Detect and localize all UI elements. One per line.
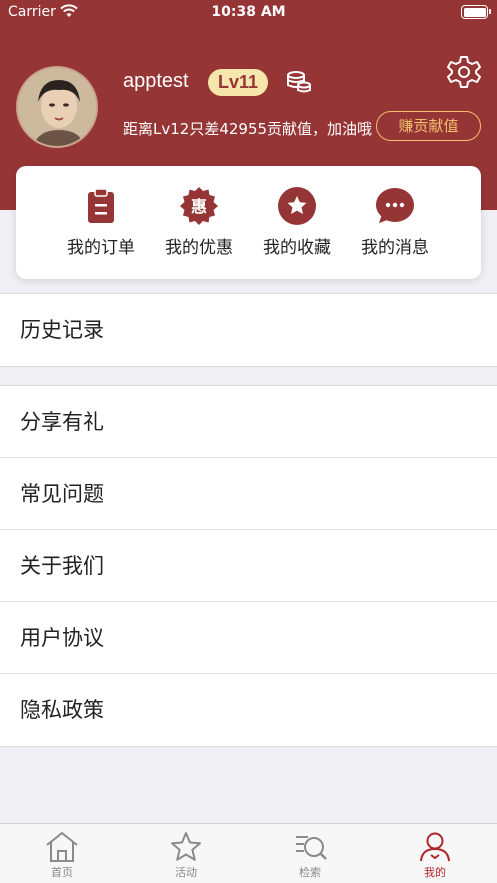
tab-label: 活动 bbox=[175, 866, 197, 879]
menu-group-info: 分享有礼 常见问题 关于我们 用户协议 隐私政策 bbox=[0, 385, 497, 747]
menu-group-history: 历史记录 bbox=[0, 293, 497, 367]
my-messages-button[interactable]: 我的消息 bbox=[350, 186, 440, 258]
earn-contribution-button[interactable]: 赚贡献值 bbox=[376, 111, 481, 141]
my-orders-button[interactable]: 我的订单 bbox=[56, 186, 146, 258]
my-favorites-button[interactable]: 我的收藏 bbox=[252, 186, 342, 258]
menu-item-user-agreement[interactable]: 用户协议 bbox=[0, 602, 497, 674]
menu-item-faq[interactable]: 常见问题 bbox=[0, 458, 497, 530]
quick-action-label: 我的优惠 bbox=[165, 238, 233, 258]
my-discounts-button[interactable]: 惠 我的优惠 bbox=[154, 186, 244, 258]
tab-search[interactable]: 检索 bbox=[248, 824, 372, 883]
search-list-icon bbox=[296, 836, 327, 860]
quick-action-label: 我的消息 bbox=[361, 238, 429, 258]
coins-icon[interactable] bbox=[286, 70, 312, 98]
settings-gear-icon[interactable] bbox=[446, 54, 482, 94]
menu-item-history[interactable]: 历史记录 bbox=[0, 294, 497, 366]
star-favorite-icon bbox=[278, 187, 316, 225]
level-progress-text: 距离Lv12只差42955贡献值，加油哦 bbox=[123, 120, 373, 138]
tab-activities[interactable]: 活动 bbox=[124, 824, 248, 883]
menu-item-privacy-policy[interactable]: 隐私政策 bbox=[0, 674, 497, 746]
status-bar: Carrier 10:38 AM bbox=[0, 0, 497, 26]
tab-label: 首页 bbox=[51, 866, 73, 879]
username: apptest bbox=[123, 70, 189, 92]
home-icon bbox=[46, 831, 78, 862]
tab-label: 检索 bbox=[299, 866, 321, 879]
quick-action-label: 我的收藏 bbox=[263, 238, 331, 258]
menu-item-about[interactable]: 关于我们 bbox=[0, 530, 497, 602]
tab-home[interactable]: 首页 bbox=[0, 824, 124, 883]
level-badge: Lv11 bbox=[208, 69, 268, 96]
battery-icon bbox=[461, 5, 491, 19]
menu-item-share[interactable]: 分享有礼 bbox=[0, 386, 497, 458]
tab-bar: 首页 活动 检索 我的 bbox=[0, 823, 497, 883]
avatar[interactable] bbox=[16, 66, 98, 148]
svg-text:惠: 惠 bbox=[191, 197, 207, 216]
user-icon bbox=[420, 832, 450, 862]
clock: 10:38 AM bbox=[211, 4, 286, 20]
star-icon bbox=[171, 832, 201, 861]
discount-badge-icon: 惠 bbox=[180, 187, 218, 225]
order-clipboard-icon bbox=[88, 188, 114, 223]
tab-mine[interactable]: 我的 bbox=[373, 824, 497, 883]
quick-actions-card: 我的订单 惠 我的优惠 我的收藏 我的消息 bbox=[16, 166, 481, 279]
message-bubble-icon bbox=[376, 188, 414, 223]
quick-action-label: 我的订单 bbox=[67, 238, 135, 258]
tab-label: 我的 bbox=[424, 866, 446, 879]
